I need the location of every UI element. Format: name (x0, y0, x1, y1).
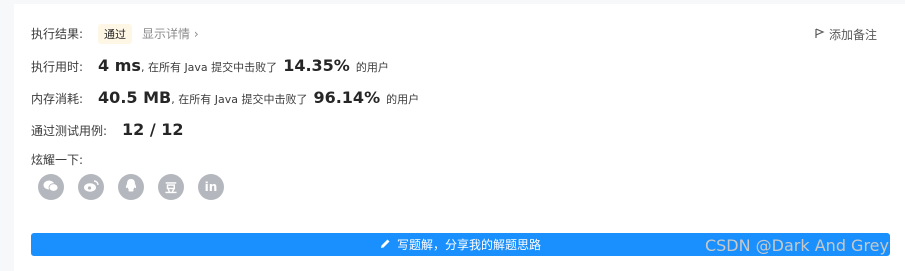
share-qq-button[interactable] (118, 174, 144, 200)
share-douban-button[interactable]: 豆 (158, 174, 184, 200)
result-row: 执行结果: 通过 显示详情 › (31, 24, 199, 44)
tests-value: 12 / 12 (122, 120, 184, 139)
result-label: 执行结果: (31, 27, 84, 41)
share-linkedin-button[interactable]: in (198, 174, 224, 200)
memory-text: , 在所有 Java 提交中击败了 (171, 93, 308, 106)
pencil-icon (380, 238, 391, 252)
submission-result-card: 执行结果: 通过 显示详情 › 添加备注 执行用时: 4 ms , 在所有 Ja… (14, 4, 905, 271)
douban-icon: 豆 (164, 180, 177, 195)
share-label: 炫耀一下: (31, 153, 84, 167)
flag-icon (815, 27, 825, 42)
show-details-link[interactable]: 显示详情 › (142, 25, 199, 42)
qq-icon (124, 178, 138, 197)
runtime-text: , 在所有 Java 提交中击败了 (140, 61, 278, 74)
runtime-row: 执行用时: 4 ms , 在所有 Java 提交中击败了 14.35% 的用户 (31, 56, 389, 75)
wechat-icon (43, 179, 59, 196)
add-note-button[interactable]: 添加备注 (815, 26, 877, 43)
memory-value: 40.5 MB (98, 88, 172, 107)
write-solution-label: 写题解，分享我的解题思路 (396, 238, 541, 252)
share-buttons: 豆 in (38, 174, 224, 200)
tests-label: 通过测试用例: (31, 124, 108, 138)
weibo-icon (83, 179, 99, 196)
csdn-watermark: CSDN @Dark And Grey (704, 236, 889, 255)
memory-suffix: 的用户 (386, 93, 420, 106)
memory-label: 内存消耗: (31, 92, 84, 106)
add-note-label: 添加备注 (828, 28, 877, 42)
share-row-label-wrap: 炫耀一下: (31, 151, 83, 168)
linkedin-icon: in (204, 180, 218, 194)
memory-row: 内存消耗: 40.5 MB , 在所有 Java 提交中击败了 96.14% 的… (31, 88, 419, 107)
runtime-label: 执行用时: (31, 60, 84, 74)
share-weibo-button[interactable] (78, 174, 104, 200)
memory-percent: 96.14% (313, 88, 381, 107)
share-wechat-button[interactable] (38, 174, 64, 200)
tests-row: 通过测试用例: 12 / 12 (31, 120, 184, 139)
runtime-suffix: 的用户 (355, 61, 389, 74)
runtime-value: 4 ms (98, 56, 141, 75)
status-badge: 通过 (98, 24, 133, 44)
runtime-percent: 14.35% (283, 56, 350, 75)
